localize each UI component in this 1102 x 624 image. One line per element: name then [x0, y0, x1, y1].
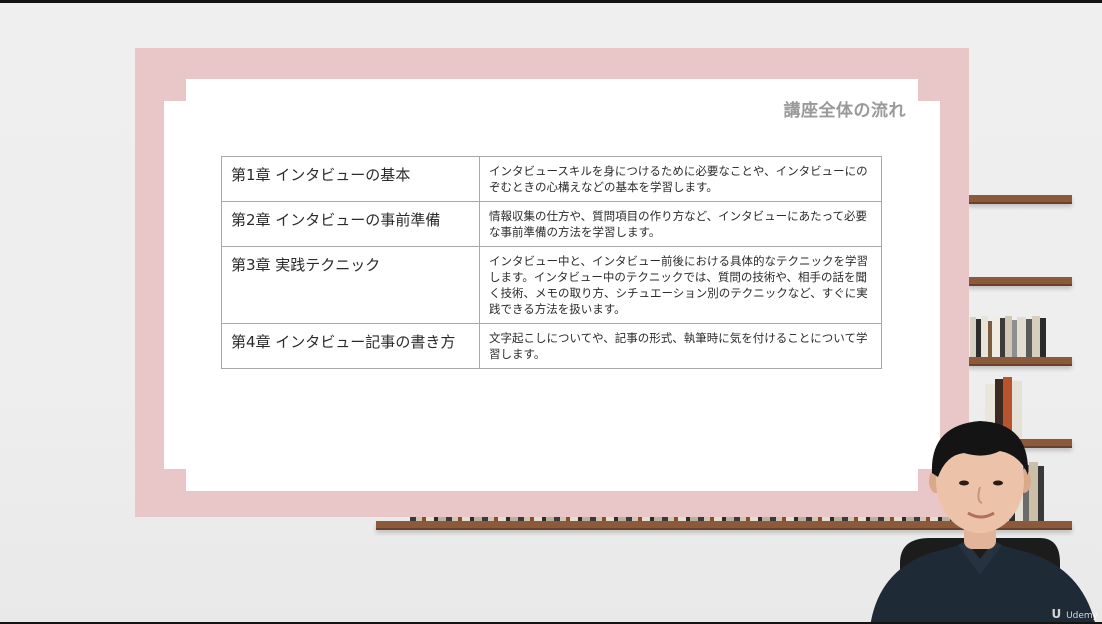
shelf-board [968, 195, 1072, 204]
udemy-logo-icon: U [1051, 607, 1062, 621]
udemy-watermark-text: Udemy [1066, 611, 1098, 621]
shelf-board [968, 277, 1072, 286]
presenter-figure [870, 421, 1095, 622]
presenter-video: U Udemy [860, 403, 1102, 622]
table-row: 第2章 インタビューの事前準備 情報収集の仕方や、質問項目の作り方など、インタビ… [221, 201, 882, 247]
description-cell: 情報収集の仕方や、質問項目の作り方など、インタビューにあたって必要な事前準備の方… [479, 201, 882, 247]
slide-title: 講座全体の流れ [783, 101, 906, 121]
description-cell: 文字起こしについてや、記事の形式、執筆時に気を付けることについて学習します。 [479, 323, 882, 369]
slide-notch [164, 101, 188, 469]
description-cell: インタビュー中と、インタビュー前後における具体的なテクニックを学習します。インタ… [479, 246, 882, 324]
course-outline-table: 第1章 インタビューの基本 インタビュースキルを身につけるために必要なことや、イ… [221, 156, 882, 369]
lecture-video-frame[interactable]: 講座全体の流れ 第1章 インタビューの基本 インタビュースキルを身につけるために… [0, 3, 1102, 622]
table-row: 第3章 実践テクニック インタビュー中と、インタビュー前後における具体的なテクニ… [221, 246, 882, 324]
chapter-cell: 第1章 インタビューの基本 [221, 156, 480, 202]
table-row: 第1章 インタビューの基本 インタビュースキルを身につけるために必要なことや、イ… [221, 156, 882, 202]
book-row [970, 316, 1050, 357]
table-row: 第4章 インタビュー記事の書き方 文字起こしについてや、記事の形式、執筆時に気を… [221, 323, 882, 369]
chapter-cell: 第4章 インタビュー記事の書き方 [221, 323, 480, 369]
udemy-watermark: U Udemy [1051, 607, 1098, 621]
shelf-board [968, 357, 1072, 366]
chapter-cell: 第3章 実践テクニック [221, 246, 480, 324]
description-cell: インタビュースキルを身につけるために必要なことや、インタビューにのぞむときの心構… [479, 156, 882, 202]
chapter-cell: 第2章 インタビューの事前準備 [221, 201, 480, 247]
